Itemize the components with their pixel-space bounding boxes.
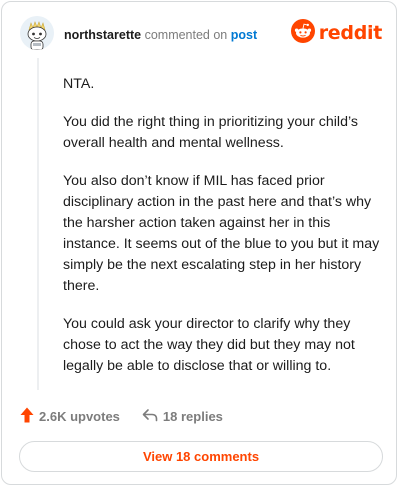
thread-line xyxy=(37,58,39,390)
comment-meta: northstarette commented on post xyxy=(64,27,257,43)
upvote-button[interactable]: 2.6K upvotes xyxy=(20,407,120,426)
comment-paragraph: You could ask your director to clarify w… xyxy=(63,316,355,374)
post-link[interactable]: post xyxy=(231,28,257,42)
comment-footer: 2.6K upvotes 18 replies xyxy=(20,405,245,427)
view-comments-label: View 18 comments xyxy=(142,449,260,464)
comment-header: northstarette commented on post reddit xyxy=(20,16,382,52)
upvote-arrow-icon xyxy=(20,407,39,426)
reply-count: 18 replies xyxy=(162,408,223,424)
comment-paragraph: You also don’t know if MIL has faced pri… xyxy=(63,173,380,294)
reply-arrow-icon xyxy=(142,408,163,425)
reddit-alien-icon xyxy=(290,18,315,48)
comment-body: NTA. You did the right thing in prioriti… xyxy=(63,74,383,394)
reddit-logo[interactable]: reddit xyxy=(290,18,383,48)
brand-wordmark: reddit xyxy=(318,22,383,44)
view-comments-button[interactable]: View 18 comments xyxy=(19,441,383,472)
username-link[interactable]: northstarette xyxy=(64,28,141,42)
comment-card: northstarette commented on post reddit N… xyxy=(1,1,397,485)
comment-paragraph: NTA. xyxy=(63,76,95,92)
comment-paragraph: You did the right thing in prioritizing … xyxy=(63,114,358,151)
replies-button[interactable]: 18 replies xyxy=(142,408,223,425)
action-text: commented on xyxy=(144,28,228,42)
snoo-avatar-icon[interactable] xyxy=(20,16,54,50)
upvote-count: 2.6K upvotes xyxy=(39,408,120,424)
